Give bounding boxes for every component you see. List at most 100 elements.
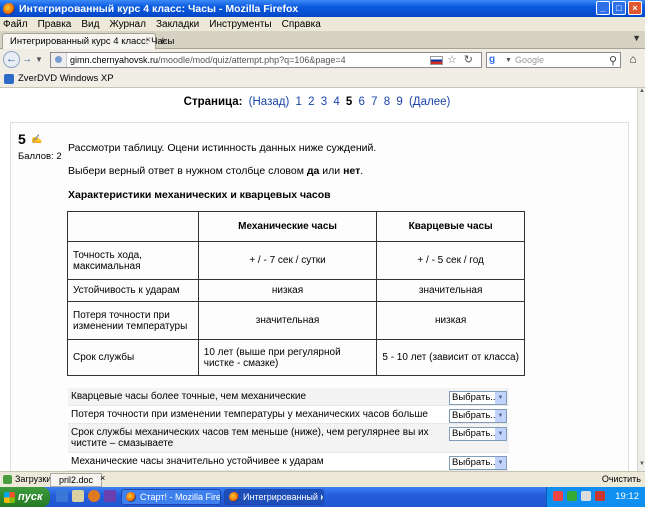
search-engine-dropdown-icon[interactable]: ▼ [505, 57, 512, 64]
tray-antivirus-icon[interactable] [553, 491, 563, 501]
instruction-suffix: . [360, 165, 364, 177]
statement-text: Механические часы значительно устойчивее… [71, 456, 324, 467]
quicklaunch-firefox-icon[interactable] [88, 490, 100, 502]
search-icon[interactable]: ⚲ [609, 54, 617, 67]
firefox-icon [3, 2, 15, 15]
vertical-scrollbar[interactable]: ▲ ▼ [637, 88, 645, 471]
downloads-bar: Загрузки pril2.doc × Очистить [0, 471, 645, 487]
taskbar-item-label: Интегрированный к... [243, 492, 324, 502]
google-icon[interactable]: g [489, 54, 503, 66]
table-row: Точность хода, максимальная + / - 7 сек … [67, 241, 525, 280]
forward-button[interactable]: → [21, 52, 33, 67]
clear-downloads-button[interactable]: Очистить [602, 474, 641, 484]
menu-view[interactable]: Вид [81, 19, 99, 30]
history-dropdown-icon[interactable]: ▼ [34, 52, 44, 67]
answer-select[interactable]: Выбрать... ▼ [449, 391, 507, 405]
table-cell: Срок службы [67, 339, 199, 376]
tab-close-icon[interactable]: × [145, 35, 151, 46]
scroll-down-icon[interactable]: ▼ [638, 461, 645, 471]
answer-select[interactable]: Выбрать... ▼ [449, 427, 507, 441]
pager-page-6[interactable]: 6 [359, 96, 365, 108]
close-button[interactable]: × [628, 1, 642, 15]
taskbar: пуск Старт! - Mozilla Firefox Интегриров… [0, 487, 645, 507]
table-row: Срок службы 10 лет (выше при регулярной … [67, 339, 525, 376]
bookmark-zverdvd[interactable]: ZverDVD Windows XP [18, 73, 114, 84]
tab-quiz[interactable]: Интегрированный курс 4 класс: Часы × [2, 33, 174, 49]
bookmark-star-icon[interactable]: ☆ [447, 53, 457, 66]
select-value: Выбрать... [452, 428, 499, 439]
download-item[interactable]: pril2.doc [50, 473, 103, 487]
pager-page-2[interactable]: 2 [308, 96, 314, 108]
url-domain: gimn.chernyahovsk.ru [70, 55, 159, 65]
pager-page-8[interactable]: 8 [384, 96, 390, 108]
reload-icon[interactable]: ↻ [464, 53, 473, 66]
new-tab-button[interactable]: + [159, 33, 167, 48]
tab-list-chevron-icon[interactable]: ▼ [632, 33, 641, 43]
table-title: Характеристики механических и кварцевых … [68, 189, 331, 201]
tray-volume-icon[interactable] [581, 491, 591, 501]
table-cell: Потеря точности при изменении температур… [67, 301, 199, 340]
pager-current-page: 5 [345, 96, 353, 108]
bookmarks-toolbar: ZverDVD Windows XP [0, 70, 645, 88]
table-cell: 10 лет (выше при регулярной чистке - сма… [197, 339, 378, 376]
pager-page-4[interactable]: 4 [333, 96, 339, 108]
menu-help[interactable]: Справка [282, 19, 321, 30]
chevron-down-icon[interactable]: ▼ [495, 457, 506, 469]
statement-text: Срок службы механических часов тем меньш… [71, 427, 429, 449]
maximize-button[interactable]: □ [612, 1, 626, 15]
pager-next-link[interactable]: (Далее) [409, 96, 450, 108]
home-button[interactable]: ⌂ [624, 52, 642, 68]
statements-list: Кварцевые часы более точные, чем механич… [68, 388, 509, 471]
pager-page-3[interactable]: 3 [321, 96, 327, 108]
download-close-icon[interactable]: × [100, 473, 105, 483]
window-title: Интегрированный курс 4 класс: Часы - Moz… [19, 2, 299, 15]
windows-logo-icon [4, 491, 15, 503]
tray-language-icon[interactable] [595, 491, 605, 501]
select-value: Выбрать... [452, 457, 499, 468]
taskbar-item-quiz-firefox[interactable]: Интегрированный к... [224, 489, 324, 505]
select-value: Выбрать... [452, 410, 499, 421]
comparison-table: Механические часы Кварцевые часы Точност… [67, 211, 525, 376]
pager-page-7[interactable]: 7 [371, 96, 377, 108]
tray-network-icon[interactable] [567, 491, 577, 501]
statement-text: Кварцевые часы более точные, чем механич… [71, 391, 307, 402]
list-item: Кварцевые часы более точные, чем механич… [68, 388, 509, 406]
minimize-button[interactable]: _ [596, 1, 610, 15]
url-path: /moodle/mod/quiz/attempt.php?q=106&page=… [158, 55, 346, 65]
table-cell: значительная [197, 301, 378, 340]
quicklaunch-ie-icon[interactable] [56, 490, 68, 502]
menu-tools[interactable]: Инструменты [209, 19, 271, 30]
quicklaunch-desktop-icon[interactable] [72, 490, 84, 502]
quicklaunch-media-icon[interactable] [104, 490, 116, 502]
table-cell: 5 - 10 лет (зависит от класса) [376, 339, 525, 376]
pager-prev-link[interactable]: (Назад) [249, 96, 290, 108]
back-button[interactable]: ← [3, 51, 20, 68]
search-input[interactable]: Google [515, 55, 544, 65]
search-bar[interactable]: g ▼ Google ⚲ [486, 52, 621, 68]
downloads-label[interactable]: Загрузки [15, 474, 51, 484]
table-cell: Устойчивость к ударам [67, 279, 199, 302]
start-button[interactable]: пуск [0, 487, 50, 507]
menu-history[interactable]: Журнал [109, 19, 146, 30]
url-bar[interactable]: gimn.chernyahovsk.ru/moodle/mod/quiz/att… [50, 52, 482, 68]
taskbar-item-label: Старт! - Mozilla Firefox [140, 492, 221, 502]
question-instruction: Выбери верный ответ в нужном столбце сло… [68, 165, 363, 177]
scroll-up-icon[interactable]: ▲ [638, 88, 645, 98]
chevron-down-icon[interactable]: ▼ [495, 428, 506, 440]
answer-select[interactable]: Выбрать... ▼ [449, 456, 507, 470]
question-box: 5 ✍ Баллов: 2 Рассмотри таблицу. Оцени и… [10, 122, 629, 471]
menu-edit[interactable]: Правка [38, 19, 72, 30]
taskbar-item-start-firefox[interactable]: Старт! - Mozilla Firefox [121, 489, 221, 505]
site-identity-icon[interactable] [51, 53, 67, 67]
menu-file[interactable]: Файл [3, 19, 28, 30]
answer-select[interactable]: Выбрать... ▼ [449, 409, 507, 423]
pager-page-9[interactable]: 9 [396, 96, 402, 108]
chevron-down-icon[interactable]: ▼ [495, 392, 506, 404]
chevron-down-icon[interactable]: ▼ [495, 410, 506, 422]
menu-bookmarks[interactable]: Закладки [156, 19, 199, 30]
pager-page-1[interactable]: 1 [295, 96, 301, 108]
firefox-icon [126, 492, 136, 502]
url-text[interactable]: gimn.chernyahovsk.ru/moodle/mod/quiz/att… [70, 55, 346, 65]
page-content: Страница: (Назад) 1 2 3 4 5 6 7 8 9 (Дал… [0, 88, 637, 471]
edit-icon[interactable]: ✍ [31, 134, 42, 145]
